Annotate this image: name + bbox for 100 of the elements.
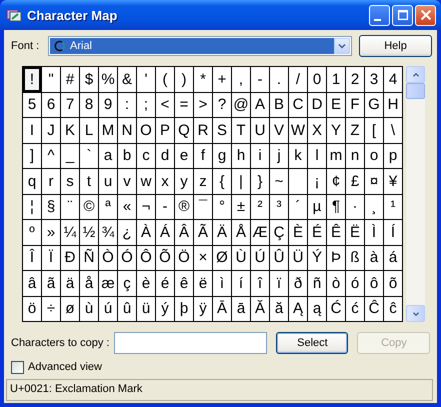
- character-cell[interactable]: °: [213, 194, 232, 220]
- character-cell[interactable]: $: [80, 67, 99, 92]
- character-cell[interactable]: #: [61, 67, 80, 92]
- character-cell[interactable]: ?: [213, 92, 232, 118]
- character-cell[interactable]: ]: [23, 144, 42, 169]
- character-cell[interactable]: ö: [23, 296, 42, 322]
- character-cell[interactable]: ¾: [99, 220, 118, 246]
- character-cell[interactable]: â: [23, 271, 42, 296]
- character-cell[interactable]: A: [251, 92, 270, 118]
- character-cell[interactable]: Þ: [327, 246, 346, 271]
- character-cell[interactable]: ø: [61, 296, 80, 322]
- character-cell[interactable]: I: [23, 118, 42, 144]
- character-cell[interactable]: w: [137, 169, 156, 194]
- character-cell[interactable]: v: [118, 169, 137, 194]
- character-cell[interactable]: =: [175, 92, 194, 118]
- character-cell[interactable]: <: [156, 92, 175, 118]
- character-cell[interactable]: 6: [42, 92, 61, 118]
- character-cell[interactable]: ²: [251, 194, 270, 220]
- character-cell[interactable]: ć: [346, 296, 365, 322]
- character-cell[interactable]: ¨: [61, 194, 80, 220]
- character-cell[interactable]: 4: [384, 67, 403, 92]
- character-cell[interactable]: È: [289, 220, 308, 246]
- character-cell[interactable]: Æ: [251, 220, 270, 246]
- character-cell[interactable]: Ä: [213, 220, 232, 246]
- character-cell[interactable]: Å: [232, 220, 251, 246]
- scroll-down-button[interactable]: [406, 305, 425, 322]
- character-cell[interactable]: ´: [289, 194, 308, 220]
- character-cell[interactable]: f: [194, 144, 213, 169]
- character-cell[interactable]: î: [251, 271, 270, 296]
- characters-to-copy-field[interactable]: [114, 332, 268, 354]
- character-cell[interactable]: Ù: [232, 246, 251, 271]
- character-cell[interactable]: (: [156, 67, 175, 92]
- character-cell[interactable]: O: [137, 118, 156, 144]
- character-cell[interactable]: i: [251, 144, 270, 169]
- character-cell[interactable]: ½: [80, 220, 99, 246]
- character-cell[interactable]: Ò: [99, 246, 118, 271]
- character-cell[interactable]: Í: [384, 220, 403, 246]
- character-cell[interactable]: ³: [270, 194, 289, 220]
- character-cell[interactable]: ü: [137, 296, 156, 322]
- character-cell[interactable]: X: [308, 118, 327, 144]
- dropdown-arrow-button[interactable]: [334, 38, 350, 54]
- character-cell[interactable]: Õ: [156, 246, 175, 271]
- character-cell[interactable]: Ü: [289, 246, 308, 271]
- character-cell[interactable]: 7: [61, 92, 80, 118]
- character-cell[interactable]: .: [270, 67, 289, 92]
- character-cell[interactable]: Ö: [175, 246, 194, 271]
- character-cell[interactable]: L: [80, 118, 99, 144]
- character-cell[interactable]: ă: [270, 296, 289, 322]
- character-cell[interactable]: !: [23, 67, 42, 92]
- character-cell[interactable]: B: [270, 92, 289, 118]
- character-cell[interactable]: t: [80, 169, 99, 194]
- character-cell[interactable]: D: [308, 92, 327, 118]
- character-cell[interactable]: l: [308, 144, 327, 169]
- character-cell[interactable]: P: [156, 118, 175, 144]
- character-cell[interactable]: 2: [346, 67, 365, 92]
- character-cell[interactable]: -: [251, 67, 270, 92]
- character-cell[interactable]: a: [99, 144, 118, 169]
- character-cell[interactable]: ±: [232, 194, 251, 220]
- character-cell[interactable]: æ: [99, 271, 118, 296]
- maximize-button[interactable]: [392, 4, 413, 26]
- character-cell[interactable]: ": [42, 67, 61, 92]
- character-cell[interactable]: Á: [156, 220, 175, 246]
- character-cell[interactable]: *: [194, 67, 213, 92]
- character-cell[interactable]: Ï: [42, 246, 61, 271]
- character-cell[interactable]: o: [365, 144, 384, 169]
- character-cell[interactable]: º: [23, 220, 42, 246]
- character-cell[interactable]: T: [232, 118, 251, 144]
- character-cell[interactable]: J: [42, 118, 61, 144]
- character-cell[interactable]: c: [137, 144, 156, 169]
- character-cell[interactable]: u: [99, 169, 118, 194]
- character-cell[interactable]: ð: [289, 271, 308, 296]
- character-cell[interactable]: Ã: [194, 220, 213, 246]
- character-cell[interactable]: «: [118, 194, 137, 220]
- character-cell[interactable]: ¡: [308, 169, 327, 194]
- character-cell[interactable]: É: [308, 220, 327, 246]
- character-cell[interactable]: ù: [80, 296, 99, 322]
- character-cell[interactable]: Ñ: [80, 246, 99, 271]
- character-cell[interactable]: Q: [175, 118, 194, 144]
- character-cell[interactable]: Y: [327, 118, 346, 144]
- character-cell[interactable]: ñ: [308, 271, 327, 296]
- character-cell[interactable]: k: [289, 144, 308, 169]
- character-cell[interactable]: À: [137, 220, 156, 246]
- character-cell[interactable]: ß: [346, 246, 365, 271]
- character-cell[interactable]: -: [156, 194, 175, 220]
- character-cell[interactable]: H: [384, 92, 403, 118]
- character-cell[interactable]: 0: [308, 67, 327, 92]
- character-cell[interactable]: h: [232, 144, 251, 169]
- character-cell[interactable]: ^: [42, 144, 61, 169]
- advanced-view-checkbox[interactable]: [11, 360, 24, 374]
- character-cell[interactable]: ¬: [137, 194, 156, 220]
- character-cell[interactable]: r: [42, 169, 61, 194]
- character-cell[interactable]: è: [137, 271, 156, 296]
- character-cell[interactable]: m: [327, 144, 346, 169]
- scrollbar[interactable]: [406, 66, 425, 322]
- scroll-thumb[interactable]: [406, 83, 425, 99]
- character-cell[interactable]: {: [213, 169, 232, 194]
- character-cell[interactable]: Ê: [327, 220, 346, 246]
- character-cell[interactable]: ®: [175, 194, 194, 220]
- character-cell[interactable]: ª: [99, 194, 118, 220]
- character-cell[interactable]: ç: [118, 271, 137, 296]
